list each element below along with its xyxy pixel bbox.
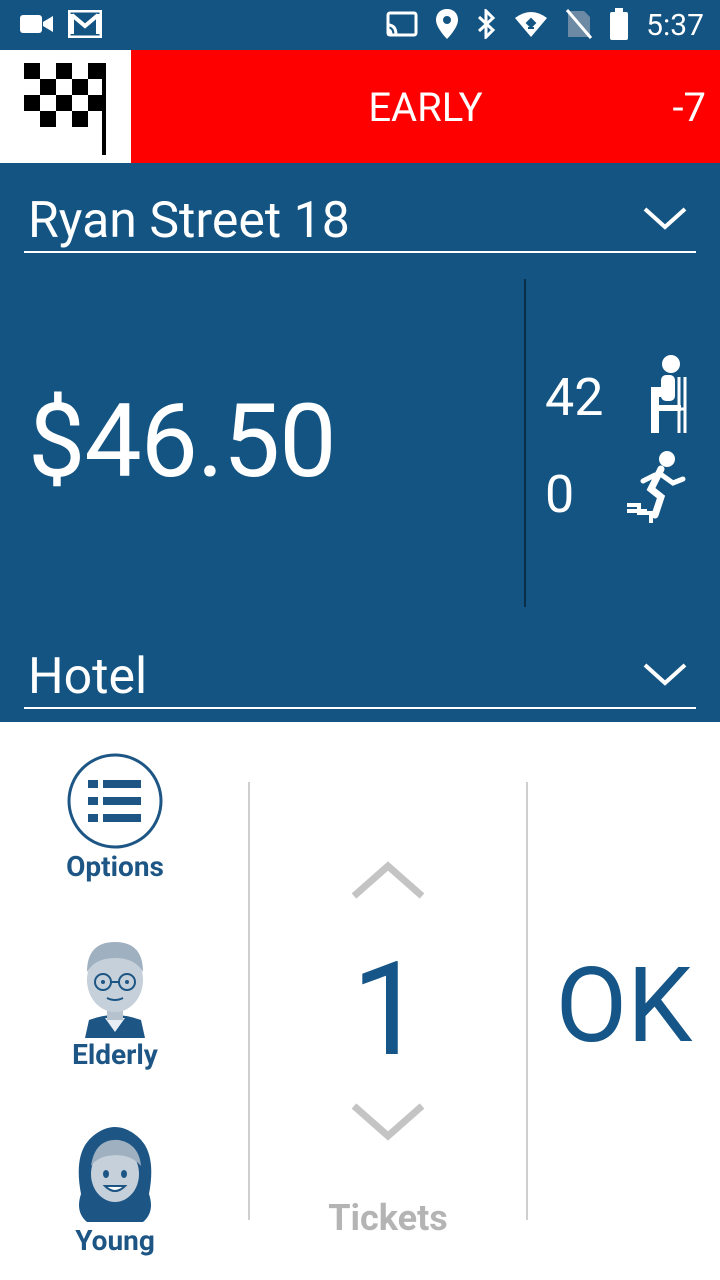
trip-panel: Ryan Street 18 $46.50 42 0 Hotel <box>0 163 720 722</box>
ticket-count: 1 <box>351 933 425 1086</box>
status-bar: 5:37 <box>0 0 720 50</box>
current-stop-dropdown[interactable]: Ryan Street 18 <box>24 187 696 253</box>
cast-icon <box>386 11 418 41</box>
tickets-label: Tickets <box>328 1197 448 1239</box>
options-label: Options <box>66 850 164 883</box>
list-icon <box>66 752 164 850</box>
destination-dropdown[interactable]: Hotel <box>24 643 696 709</box>
destination-label: Hotel <box>28 648 148 706</box>
ok-button[interactable]: OK <box>528 942 720 1072</box>
schedule-status-header: EARLY -7 <box>0 50 720 163</box>
early-status-bar: EARLY -7 <box>131 50 720 163</box>
clock: 5:37 <box>646 8 704 43</box>
decrease-tickets-button[interactable] <box>350 1102 426 1146</box>
no-sim-icon <box>566 9 593 43</box>
elderly-avatar-icon <box>75 936 155 1038</box>
panel-divider <box>524 279 526 607</box>
video-icon <box>20 12 54 40</box>
seated-count: 42 <box>545 367 604 428</box>
young-label: Young <box>75 1224 155 1257</box>
boarding-count: 0 <box>545 464 575 525</box>
status-label: EARLY <box>368 84 483 131</box>
chevron-down-icon <box>642 661 688 693</box>
finish-flag <box>0 50 130 163</box>
young-avatar-icon <box>73 1122 157 1224</box>
boarding-passenger-icon <box>625 449 687 529</box>
chevron-down-icon <box>642 205 688 237</box>
location-icon <box>436 9 459 43</box>
fare-amount: $46.50 <box>28 381 337 501</box>
gmail-icon <box>67 9 103 42</box>
increase-tickets-button[interactable] <box>350 860 426 904</box>
elderly-label: Elderly <box>72 1038 158 1071</box>
wifi-icon <box>514 10 548 42</box>
seated-passenger-icon <box>645 353 689 441</box>
bluetooth-icon <box>476 7 496 43</box>
elderly-fare-button[interactable]: Elderly <box>0 936 230 1071</box>
current-stop-label: Ryan Street 18 <box>28 192 350 250</box>
battery-icon <box>610 8 629 44</box>
options-button[interactable]: Options <box>0 752 230 883</box>
young-fare-button[interactable]: Young <box>0 1122 230 1257</box>
status-delta: -7 <box>672 84 706 131</box>
ticket-controls: Options Elderly Young 1 Tickets OK <box>0 722 720 1280</box>
